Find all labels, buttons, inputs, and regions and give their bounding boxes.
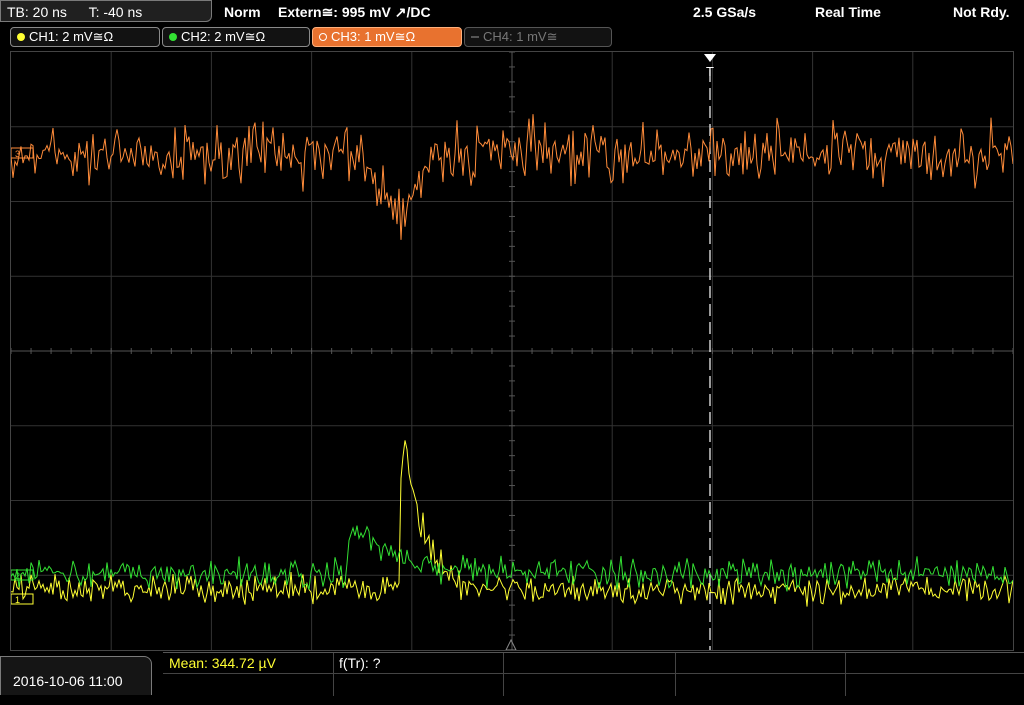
- trigger-time-value: T: -40 ns: [88, 4, 143, 20]
- bottom-bar: 2016-10-06 11:00 Mean: 344.72 µV f(Tr): …: [0, 652, 1024, 696]
- measurement-divider: [163, 673, 1024, 674]
- channel-3-indicator-icon: [319, 33, 327, 41]
- channel-3-label: CH3: 1 mV≅Ω: [331, 29, 416, 44]
- measurement-panel[interactable]: Mean: 344.72 µV f(Tr): ?: [163, 652, 1024, 696]
- channel-2-label: CH2: 2 mV≅Ω: [181, 29, 266, 44]
- trigger-mode[interactable]: Norm: [224, 0, 261, 24]
- top-status-bar: TB: 20 ns T: -40 ns Norm Extern≅: 995 mV…: [0, 0, 1024, 24]
- channel-2-button[interactable]: CH2: 2 mV≅Ω: [162, 27, 310, 47]
- waveform-plot: T 3 2 1: [10, 51, 1014, 651]
- channel-1-offset-label: 1: [15, 595, 20, 605]
- acquisition-mode[interactable]: Real Time: [815, 0, 881, 24]
- horizontal-position-marker-icon[interactable]: [505, 638, 517, 651]
- date-time: 2016-10-06 11:00: [0, 656, 152, 695]
- sample-rate[interactable]: 2.5 GSa/s: [693, 0, 756, 24]
- graticule-grid: [10, 51, 1014, 651]
- trigger-arrow-icon[interactable]: [704, 54, 716, 62]
- mean-measurement[interactable]: Mean: 344.72 µV: [169, 653, 276, 673]
- measurement-divider: [675, 653, 676, 696]
- rise-time-measurement[interactable]: f(Tr): ?: [339, 653, 380, 673]
- timebase-value: TB: 20 ns: [7, 4, 67, 20]
- channel-4-indicator-icon: [471, 36, 479, 38]
- waveform-display[interactable]: T 3 2 1: [10, 51, 1014, 651]
- measurement-divider: [845, 653, 846, 696]
- channel-3-offset-label: 3: [15, 149, 20, 159]
- channel-3-button[interactable]: CH3: 1 mV≅Ω: [312, 27, 462, 47]
- channel-1-button[interactable]: CH1: 2 mV≅Ω: [10, 27, 160, 47]
- trigger-status: Not Rdy.: [953, 4, 1010, 20]
- measurement-divider: [503, 653, 504, 696]
- channel-2-offset-label: 2: [15, 571, 20, 581]
- timebase-box[interactable]: TB: 20 ns T: -40 ns: [0, 0, 212, 22]
- channel-4-label: CH4: 1 mV≅: [483, 29, 558, 44]
- channel-bar: CH1: 2 mV≅Ω CH2: 2 mV≅Ω CH3: 1 mV≅Ω CH4:…: [0, 24, 1024, 50]
- trigger-marker: T: [706, 64, 714, 79]
- trigger-source[interactable]: Extern≅: 995 mV ↗/DC: [278, 0, 431, 24]
- measurement-divider: [333, 653, 334, 696]
- channel-2-indicator-icon: [169, 33, 177, 41]
- channel-4-button[interactable]: CH4: 1 mV≅: [464, 27, 612, 47]
- channel-1-label: CH1: 2 mV≅Ω: [29, 29, 114, 44]
- channel-1-indicator-icon: [17, 33, 25, 41]
